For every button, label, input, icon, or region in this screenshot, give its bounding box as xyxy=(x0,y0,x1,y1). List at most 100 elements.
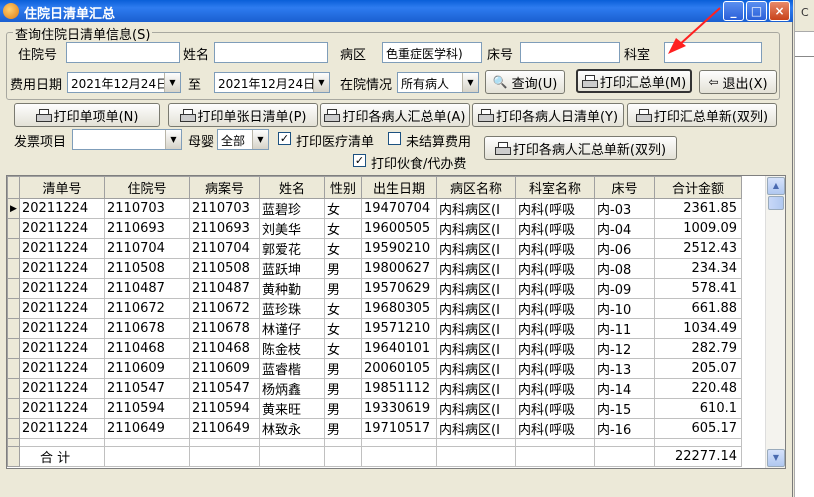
table-cell[interactable]: 林谨仔 xyxy=(259,318,325,339)
table-cell[interactable]: 内科病区(I xyxy=(436,318,516,339)
table-cell[interactable]: 19680305 xyxy=(361,298,437,319)
table-row[interactable]: 20211224 2110508 2110508 蓝跃坤男 19800627 内科病区(I… xyxy=(7,258,742,279)
table-cell[interactable]: 2110693 xyxy=(104,218,190,239)
unsettled-checkbox[interactable] xyxy=(388,132,401,145)
table-cell[interactable]: 20211224 xyxy=(19,378,105,399)
table-cell[interactable]: 19600505 xyxy=(361,218,437,239)
table-cell[interactable]: 2110594 xyxy=(189,398,260,419)
table-cell[interactable]: 2110704 xyxy=(189,238,260,259)
table-cell[interactable]: 内-03 xyxy=(594,198,655,219)
table-cell[interactable]: 内科(呼吸 xyxy=(515,198,595,219)
table-cell[interactable]: 林致永 xyxy=(259,418,325,439)
current-row-indicator-icon[interactable]: ▶ xyxy=(7,198,20,219)
table-cell[interactable]: 内-16 xyxy=(594,418,655,439)
print-summary-button[interactable]: 打印汇总单(M) xyxy=(576,69,692,93)
table-row[interactable]: 20211224 2110594 2110594 黄来旺男 19330619 内科病区(I… xyxy=(7,398,742,419)
table-cell[interactable]: 20211224 xyxy=(19,278,105,299)
table-cell[interactable]: 2110672 xyxy=(104,298,190,319)
mother-baby-select[interactable]: 全部 ▼ xyxy=(217,129,269,150)
table-row[interactable]: 20211224 2110678 2110678 林谨仔女 19571210 内科病区(I… xyxy=(7,318,742,339)
table-cell[interactable]: 205.07 xyxy=(654,358,742,379)
table-cell[interactable]: 2110649 xyxy=(104,418,190,439)
table-cell[interactable]: 男 xyxy=(324,398,362,419)
table-cell[interactable]: 1009.09 xyxy=(654,218,742,239)
bed-input[interactable] xyxy=(520,42,620,63)
row-indicator[interactable] xyxy=(7,278,20,299)
table-cell[interactable]: 黄种勤 xyxy=(259,278,325,299)
table-cell[interactable]: 2361.85 xyxy=(654,198,742,219)
scroll-thumb[interactable] xyxy=(768,196,784,210)
table-cell[interactable]: 19851112 xyxy=(361,378,437,399)
close-button[interactable]: × xyxy=(769,1,790,21)
table-cell[interactable]: 578.41 xyxy=(654,278,742,299)
table-cell[interactable]: 蓝睿楷 xyxy=(259,358,325,379)
column-header[interactable]: 病区名称 xyxy=(436,176,516,199)
table-cell[interactable]: 女 xyxy=(324,298,362,319)
table-cell[interactable]: 内-10 xyxy=(594,298,655,319)
scroll-up-icon[interactable]: ▲ xyxy=(767,177,785,195)
print-medical-checkbox[interactable]: ✓ xyxy=(278,132,291,145)
table-cell[interactable]: 刘美华 xyxy=(259,218,325,239)
table-cell[interactable]: 282.79 xyxy=(654,338,742,359)
print-single-day-button[interactable]: 打印单张日清单(P) xyxy=(168,103,318,127)
table-cell[interactable]: 2110649 xyxy=(189,418,260,439)
table-cell[interactable]: 内科(呼吸 xyxy=(515,238,595,259)
table-cell[interactable]: 内科病区(I xyxy=(436,398,516,419)
column-header[interactable]: 床号 xyxy=(594,176,655,199)
table-cell[interactable]: 内科病区(I xyxy=(436,278,516,299)
table-cell[interactable]: 内-09 xyxy=(594,278,655,299)
table-cell[interactable]: 内-15 xyxy=(594,398,655,419)
table-cell[interactable]: 内-08 xyxy=(594,258,655,279)
table-cell[interactable]: 内科病区(I xyxy=(436,418,516,439)
table-cell[interactable]: 内科(呼吸 xyxy=(515,258,595,279)
table-cell[interactable]: 20211224 xyxy=(19,298,105,319)
table-cell[interactable]: 内科(呼吸 xyxy=(515,298,595,319)
table-cell[interactable]: 661.88 xyxy=(654,298,742,319)
table-row[interactable]: 20211224 2110649 2110649 林致永男 19710517 内科病区(I… xyxy=(7,418,742,439)
print-each-summary-button[interactable]: 打印各病人汇总单(A) xyxy=(320,103,470,127)
table-cell[interactable]: 内-13 xyxy=(594,358,655,379)
table-cell[interactable]: 内科(呼吸 xyxy=(515,338,595,359)
table-cell[interactable]: 蓝珍珠 xyxy=(259,298,325,319)
row-indicator[interactable] xyxy=(7,218,20,239)
table-cell[interactable]: 19590210 xyxy=(361,238,437,259)
table-cell[interactable]: 郭爱花 xyxy=(259,238,325,259)
table-cell[interactable]: 20211224 xyxy=(19,418,105,439)
table-cell[interactable]: 1034.49 xyxy=(654,318,742,339)
table-cell[interactable]: 2110678 xyxy=(189,318,260,339)
table-cell[interactable]: 内-12 xyxy=(594,338,655,359)
row-indicator[interactable] xyxy=(7,338,20,359)
table-cell[interactable]: 内-04 xyxy=(594,218,655,239)
date-from-picker[interactable]: 2021年12月24日 ▼ xyxy=(67,72,181,93)
table-cell[interactable]: 605.17 xyxy=(654,418,742,439)
table-cell[interactable]: 男 xyxy=(324,418,362,439)
column-header[interactable]: 清单号 xyxy=(19,176,105,199)
table-cell[interactable]: 220.48 xyxy=(654,378,742,399)
table-cell[interactable]: 2110672 xyxy=(189,298,260,319)
table-row[interactable]: 20211224 2110487 2110487 黄种勤男 19570629 内科病区(I… xyxy=(7,278,742,299)
dropdown-arrow-icon[interactable]: ▼ xyxy=(313,73,329,92)
column-header[interactable]: 科室名称 xyxy=(515,176,595,199)
table-cell[interactable]: 内科(呼吸 xyxy=(515,378,595,399)
table-cell[interactable]: 2110508 xyxy=(104,258,190,279)
table-cell[interactable]: 内科(呼吸 xyxy=(515,398,595,419)
table-cell[interactable]: 2512.43 xyxy=(654,238,742,259)
table-cell[interactable]: 20211224 xyxy=(19,218,105,239)
table-cell[interactable]: 内科(呼吸 xyxy=(515,418,595,439)
column-header[interactable]: 住院号 xyxy=(104,176,190,199)
table-cell[interactable]: 女 xyxy=(324,218,362,239)
table-cell[interactable]: 2110678 xyxy=(104,318,190,339)
table-cell[interactable]: 20211224 xyxy=(19,238,105,259)
maximize-button[interactable]: □ xyxy=(746,1,767,21)
column-header[interactable]: 出生日期 xyxy=(361,176,437,199)
table-cell[interactable]: 内科病区(I xyxy=(436,238,516,259)
table-cell[interactable]: 内科病区(I xyxy=(436,378,516,399)
table-cell[interactable]: 女 xyxy=(324,198,362,219)
table-cell[interactable]: 黄来旺 xyxy=(259,398,325,419)
table-row[interactable]: 20211224 2110693 2110693 刘美华女 19600505 内科病区(I… xyxy=(7,218,742,239)
row-indicator[interactable] xyxy=(7,358,20,379)
table-cell[interactable]: 女 xyxy=(324,238,362,259)
table-cell[interactable]: 内科(呼吸 xyxy=(515,218,595,239)
table-cell[interactable]: 19640101 xyxy=(361,338,437,359)
status-select[interactable]: 所有病人 ▼ xyxy=(397,72,479,93)
